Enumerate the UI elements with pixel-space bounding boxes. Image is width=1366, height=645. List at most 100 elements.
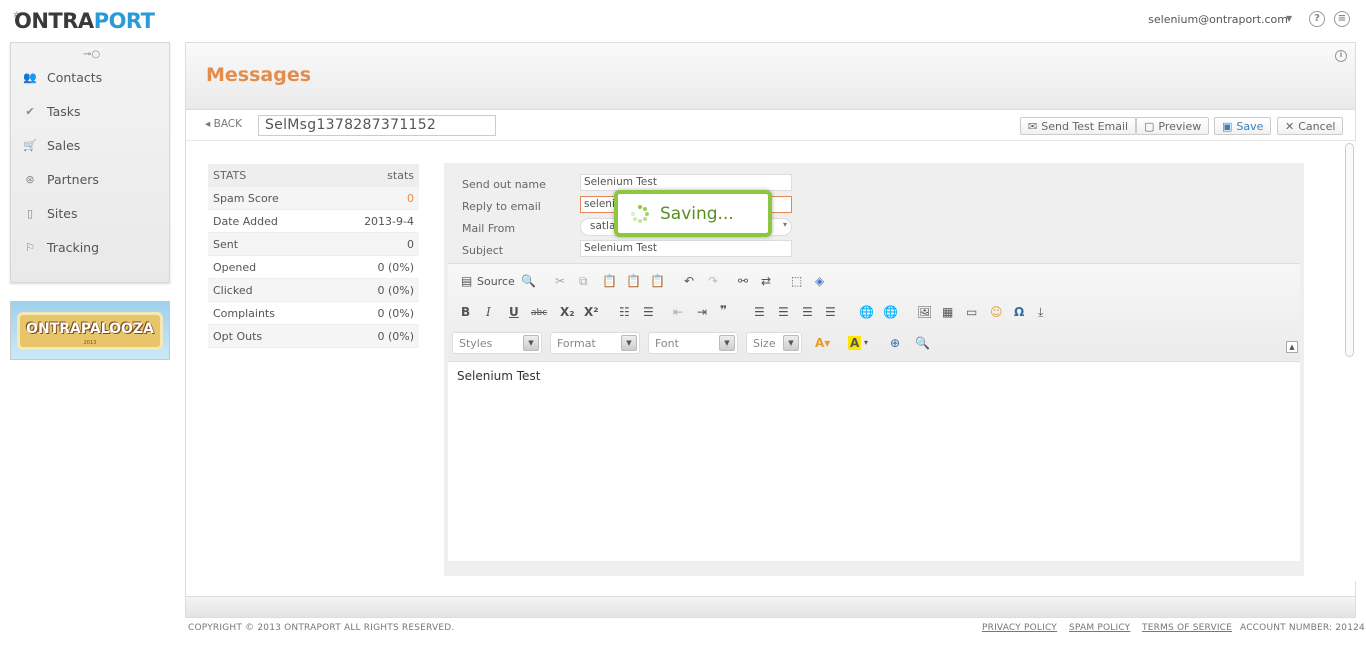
background-color-icon[interactable]: A [848, 336, 862, 350]
source-button[interactable]: Source [477, 275, 515, 289]
ontraport-logo[interactable]: ONTRAPORT [14, 9, 155, 33]
chevron-down-icon: ▼ [523, 335, 539, 351]
chevron-down-icon: ▼ [719, 335, 735, 351]
stats-header: STATS stats [208, 164, 419, 187]
bgcolor-chevron-icon[interactable]: ▾ [864, 336, 868, 350]
vertical-scrollbar[interactable] [1343, 141, 1356, 581]
saving-dialog: Saving... [614, 190, 772, 237]
ontrapalooza-banner[interactable]: ONTRAPALOOZA 2013 [10, 301, 170, 360]
terms-label[interactable]: TERMS OF SERVICE [1142, 623, 1232, 633]
page-break-icon[interactable]: ⤓ [1038, 305, 1043, 319]
table-icon[interactable]: ▦ [942, 305, 953, 319]
show-blocks-icon[interactable]: 🔍 [915, 336, 930, 350]
help-icon[interactable]: ? [1309, 11, 1325, 27]
contacts-icon: 👥 [23, 71, 37, 84]
stats-row: Date Added 2013-9-4 [208, 210, 419, 233]
sidebar-item-partners[interactable]: ⊛ Partners [23, 172, 99, 187]
cancel-button[interactable]: ✕ Cancel [1277, 117, 1344, 135]
send-test-email-button[interactable]: ✉ Send Test Email [1020, 117, 1137, 135]
styles-select[interactable]: Styles ▼ [452, 332, 542, 354]
collapse-toolbar-icon[interactable]: ▲ [1286, 341, 1298, 353]
preview-button[interactable]: ▢ Preview [1136, 117, 1210, 135]
unlink-icon[interactable]: 🌐 [883, 305, 898, 319]
styles-label: Styles [459, 337, 493, 350]
info-icon[interactable]: i [1335, 50, 1347, 62]
editor-content-text[interactable]: Selenium Test [457, 369, 540, 383]
mail-from-value: satla [590, 220, 616, 232]
stats-row: Opened 0 (0%) [208, 256, 419, 279]
cancel-label: Cancel [1298, 119, 1336, 133]
size-select[interactable]: Size ▼ [746, 332, 802, 354]
italic-icon[interactable]: I [486, 305, 491, 319]
privacy-policy-label[interactable]: PRIVACY POLICY [982, 623, 1057, 633]
stats-value: 0 (0%) [377, 260, 414, 274]
editor-content-area[interactable] [448, 361, 1300, 561]
indent-icon[interactable]: ⇥ [697, 305, 707, 319]
message-name-input[interactable]: SelMsg1378287371152 [258, 115, 496, 136]
terms-of-service-link[interactable]: TERMS OF SERVICE [1142, 623, 1232, 633]
subscript-icon[interactable]: X₂ [560, 305, 575, 319]
tracking-icon: ⚐ [25, 241, 35, 254]
cut-icon[interactable]: ✂ [555, 274, 565, 288]
image-icon[interactable]: 🖼 [917, 305, 932, 319]
spam-policy-link[interactable]: SPAM POLICY [1069, 623, 1130, 633]
banner-sign: ONTRAPALOOZA 2013 [17, 312, 163, 350]
stats-label: Complaints [213, 306, 275, 320]
sidebar-item-contacts[interactable]: 👥 Contacts [23, 70, 102, 85]
saving-text: Saving... [660, 203, 734, 224]
stats-row: Opt Outs 0 (0%) [208, 325, 419, 348]
sidebar-item-sales[interactable]: 🛒 Sales [23, 138, 80, 153]
paste-icon[interactable]: 📋 [602, 274, 617, 288]
sidebar-item-tracking[interactable]: ⚐ Tracking [23, 240, 99, 255]
email-icon: ✉ [1028, 119, 1038, 133]
superscript-icon[interactable]: X² [584, 305, 599, 319]
horizontal-rule-icon[interactable]: ▭ [966, 305, 977, 319]
eraser-icon[interactable]: ◈ [815, 274, 824, 288]
outdent-icon[interactable]: ⇤ [673, 305, 683, 319]
privacy-policy-link[interactable]: PRIVACY POLICY [982, 623, 1057, 633]
preview-doc-icon[interactable]: 🔍 [521, 274, 536, 288]
sidebar-item-tasks[interactable]: ✔ Tasks [23, 104, 80, 119]
strikethrough-icon[interactable]: abc [531, 306, 547, 320]
format-select[interactable]: Format ▼ [550, 332, 640, 354]
smiley-icon[interactable]: ☺ [990, 305, 1003, 319]
scrollbar-thumb[interactable] [1345, 143, 1354, 357]
align-right-icon[interactable]: ☰ [802, 305, 813, 319]
numbered-list-icon[interactable]: ☷ [619, 305, 630, 319]
maximize-icon[interactable]: ⊕ [890, 336, 900, 350]
bullet-list-icon[interactable]: ☰ [643, 305, 654, 319]
find-icon[interactable]: ⚯ [738, 274, 748, 288]
paste-word-icon[interactable]: 📋 [650, 274, 665, 288]
subject-label: Subject [462, 244, 504, 257]
save-button[interactable]: ▣ Save [1214, 117, 1272, 135]
undo-icon[interactable]: ↶ [684, 274, 694, 288]
paste-text-icon[interactable]: 📋 [626, 274, 641, 288]
blockquote-icon[interactable]: ❞ [720, 303, 727, 317]
font-select[interactable]: Font ▼ [648, 332, 738, 354]
bold-icon[interactable]: B [461, 305, 470, 319]
sites-icon: ▯ [26, 207, 34, 220]
copy-icon[interactable]: ⧉ [579, 274, 588, 288]
align-left-icon[interactable]: ☰ [754, 305, 765, 319]
user-menu-caret-icon[interactable]: ▼ [1286, 14, 1292, 23]
stats-label: Date Added [213, 214, 278, 228]
underline-icon[interactable]: U [509, 305, 519, 319]
user-email[interactable]: selenium@ontraport.com [1148, 13, 1288, 26]
replace-icon[interactable]: ⇄ [761, 274, 771, 288]
redo-icon[interactable]: ↷ [708, 274, 718, 288]
stats-value: 0 (0%) [377, 306, 414, 320]
link-icon[interactable]: 🌐 [859, 305, 874, 319]
subject-input[interactable]: Selenium Test [580, 240, 792, 257]
special-char-icon[interactable]: Ω [1014, 305, 1024, 319]
format-label: Format [557, 337, 596, 350]
sidebar-item-sites[interactable]: ▯ Sites [23, 206, 78, 221]
align-center-icon[interactable]: ☰ [778, 305, 789, 319]
align-justify-icon[interactable]: ☰ [825, 305, 836, 319]
text-color-icon[interactable]: A▾ [815, 336, 830, 350]
select-all-icon[interactable]: ⬚ [791, 274, 802, 288]
back-button[interactable]: ◂ BACK [205, 118, 242, 130]
settings-icon[interactable]: ≡ [1334, 11, 1350, 27]
send-out-name-input[interactable]: Selenium Test [580, 174, 792, 191]
sidebar-pin-icon[interactable]: ⊸○ [83, 49, 100, 60]
spam-policy-label[interactable]: SPAM POLICY [1069, 623, 1130, 633]
